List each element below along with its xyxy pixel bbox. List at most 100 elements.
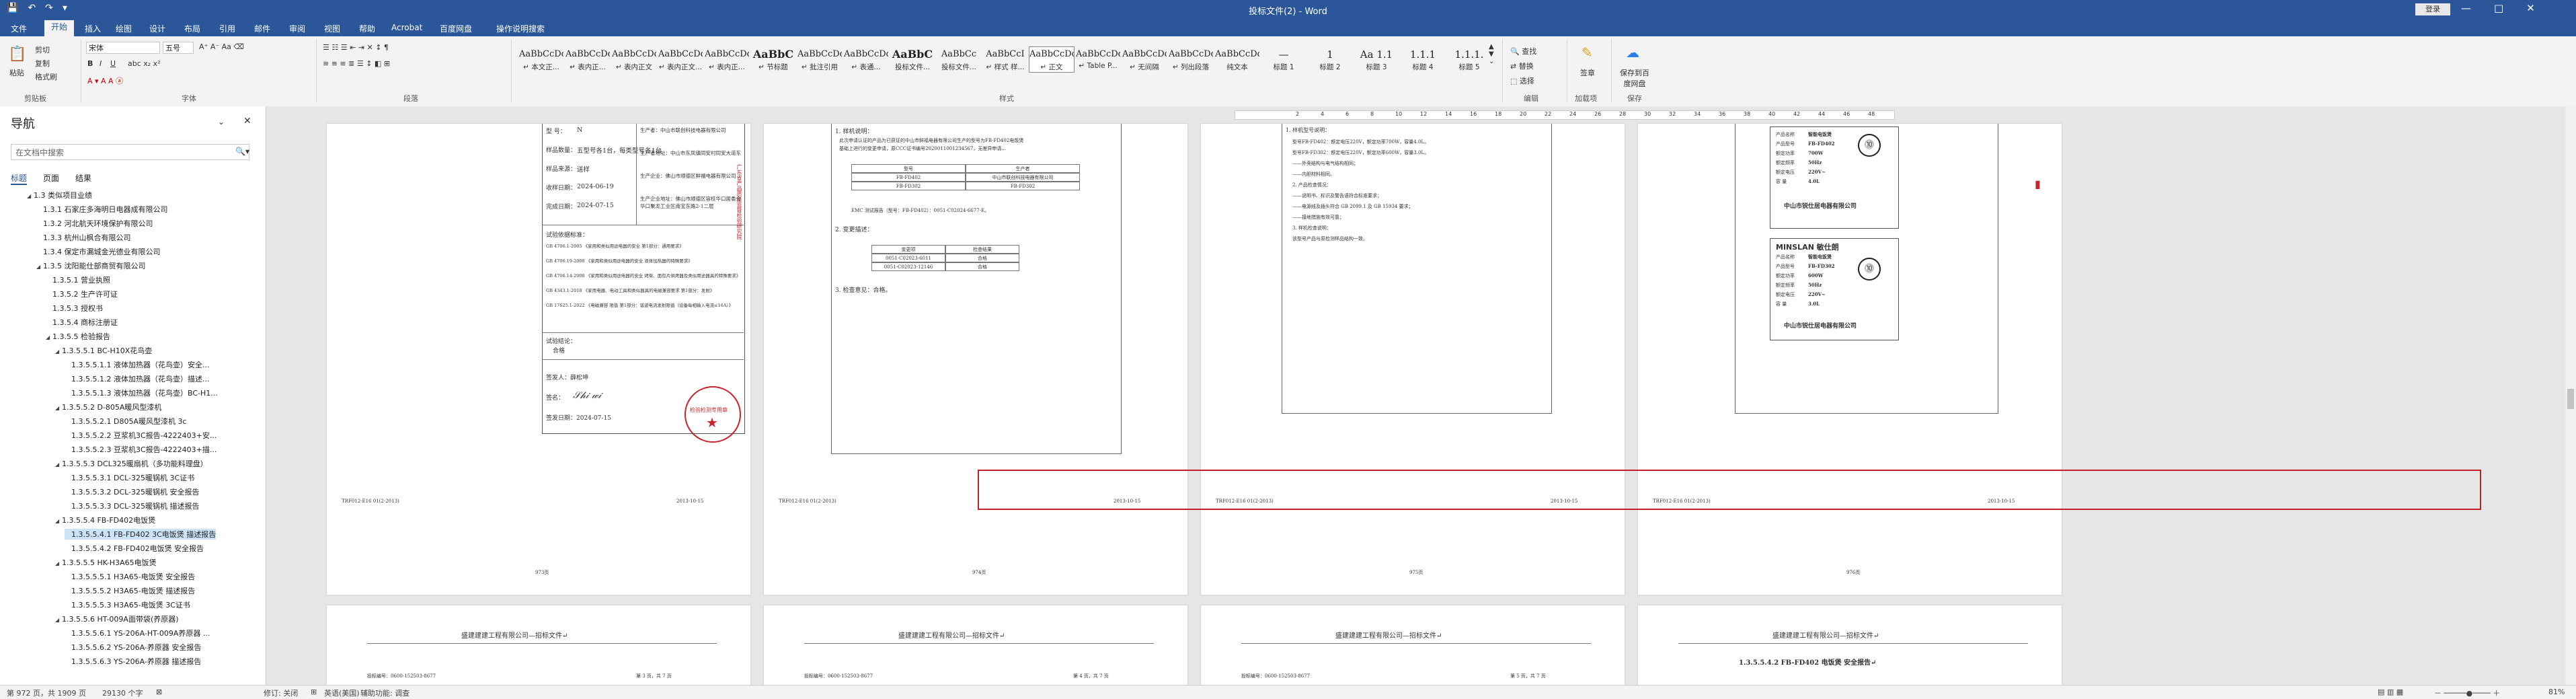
word-count[interactable]: 29130 个字	[102, 688, 143, 698]
tab-file[interactable]: 文件	[11, 23, 27, 34]
login-button[interactable]: 登录	[2415, 3, 2450, 15]
scrollbar-thumb[interactable]	[2567, 389, 2574, 409]
style-item[interactable]: AaBbCcDdI ↵ 列出段落	[1169, 47, 1213, 72]
maximize-button[interactable]: □	[2494, 2, 2503, 14]
close-icon[interactable]: ✕	[243, 116, 251, 126]
baidu-cloud-icon[interactable]: ☁	[1626, 44, 1639, 61]
grow-font-icon[interactable]: A⁺ A⁻ Aa ⌫	[199, 42, 244, 51]
format-painter-button[interactable]: 格式刷	[35, 71, 57, 82]
macro-icon[interactable]: ⊞	[311, 688, 317, 696]
style-item[interactable]: AaBbCcDdI ↵ 表内正...	[565, 47, 610, 72]
style-item[interactable]: AaBbC ↵ 节标题	[751, 47, 795, 72]
nav-heading-item[interactable]: 1.3.5.5.3.3 DCL-325暖锅机 描述报告	[65, 501, 200, 511]
nav-heading-item[interactable]: 1.3.5.5.1.1 液体加热器（花鸟壶）安全...	[65, 359, 209, 370]
nav-heading-item[interactable]: 1.3.5.5.3.2 DCL-325暖锅机 安全报告	[65, 486, 200, 497]
style-item[interactable]: — 标题 1	[1261, 47, 1306, 72]
underline-icon[interactable]: U	[110, 59, 116, 68]
nav-heading-item[interactable]: 1.3.5.5.1.2 液体加热器（花鸟壶）描述...	[65, 373, 209, 384]
nav-heading-item[interactable]: 1.3.5.5.2.2 豆浆机3C报告-4222403+安...	[65, 430, 217, 441]
track-changes-status[interactable]: 修订: 关闭	[264, 688, 298, 698]
bullets-icon[interactable]: ☰ ☷ ☰ ⇤ ⇥ ✕ ↕ ¶	[323, 43, 389, 52]
replace-button[interactable]: ⇄ 替换	[1510, 61, 1534, 71]
nav-heading-item[interactable]: 1.3.4 保定市漏城金光德业有限公司	[36, 246, 160, 257]
nav-heading-item[interactable]: 1.3.5.4 商标注册证	[46, 317, 118, 328]
nav-heading-item[interactable]: ◢ 1.3.5.5.5 HK-H3A65电饭煲	[55, 557, 157, 568]
zoom-slider[interactable]: － ─────●──── ＋	[2434, 688, 2500, 698]
nav-heading-item[interactable]: 1.3.5.5.6.1 YS-206A-HT-009A养原器 ...	[65, 628, 210, 638]
expand-triangle-icon[interactable]: ◢	[27, 193, 34, 199]
nav-heading-item[interactable]: ◢ 1.3.5 沈阳能仕部商贸有限公司	[36, 260, 146, 271]
tab-acrobat[interactable]: Acrobat	[391, 23, 422, 32]
style-item[interactable]: 1 标题 2	[1308, 47, 1352, 72]
nav-heading-item[interactable]: 1.3.5.5.5.3 H3A65-电饭煲 3C证书	[65, 599, 190, 610]
nav-heading-item[interactable]: 1.3.5.5.1.3 液体加热器（花鸟壶）BC-H1...	[65, 388, 218, 398]
nav-heading-item[interactable]: 1.3.5.2 生产许可证	[46, 289, 118, 299]
sign-button[interactable]: 签章	[1580, 67, 1595, 78]
tab-references[interactable]: 引用	[219, 23, 235, 34]
expand-triangle-icon[interactable]: ◢	[55, 617, 62, 623]
nav-tab-headings[interactable]: 标题	[11, 172, 28, 185]
nav-heading-item[interactable]: 1.3.5.5.2.3 豆浆机3C报告-4222403+描...	[65, 444, 217, 455]
style-item[interactable]: AaBbCcDd ↵ Table P...	[1076, 47, 1120, 70]
language-check-icon[interactable]: ⊠	[156, 688, 162, 696]
style-item[interactable]: AaBbCcDdI ↵ 本文正...	[519, 47, 563, 72]
tab-mailings[interactable]: 邮件	[254, 23, 270, 34]
vertical-scrollbar[interactable]	[2565, 106, 2576, 685]
nav-heading-item[interactable]: 1.3.5.5.4.2 FB-FD402电饭煲 安全报告	[65, 543, 204, 554]
style-item[interactable]: 1.1.1. 标题 5	[1447, 47, 1491, 72]
nav-tab-results[interactable]: 结果	[75, 172, 91, 184]
style-item[interactable]: AaBbCcDdI ↵ 无间隔	[1122, 47, 1167, 72]
nav-options-icon[interactable]: ⌄	[218, 117, 225, 126]
nav-heading-item[interactable]: 1.3.5.3 授权书	[46, 303, 103, 314]
nav-heading-item[interactable]: ◢ 1.3.5.5.1 BC-H10X花鸟壶	[55, 345, 152, 356]
font-color-icon[interactable]: A ▾ A A ⓐ	[87, 75, 123, 86]
style-item[interactable]: AaBbCcDdE ↵ 表内正...	[705, 47, 749, 72]
nav-heading-item[interactable]: 1.3.5.5.6.2 YS-206A-养原器 安全报告	[65, 642, 201, 653]
nav-search-input[interactable]: 在文档中搜索	[11, 144, 249, 160]
paste-icon[interactable]: 📋	[8, 46, 26, 63]
tab-help[interactable]: 帮助	[359, 23, 375, 34]
nav-heading-item[interactable]: ◢ 1.3.5.5.4 FB-FD402电饭煲	[55, 515, 155, 525]
font-size-select[interactable]: 五号	[163, 42, 194, 54]
expand-triangle-icon[interactable]: ◢	[55, 405, 62, 411]
style-item[interactable]: Aa 1.1 标题 3	[1354, 47, 1399, 72]
nav-heading-item[interactable]: 1.3.5.5.3.1 DCL-325暖锅机 3C证书	[65, 472, 194, 483]
paste-button[interactable]: 粘贴	[9, 67, 24, 78]
style-item[interactable]: AaBbC 投标文件...	[890, 47, 935, 72]
style-item[interactable]: AaBbCcDdI 纯文本	[1215, 47, 1259, 72]
nav-heading-item[interactable]: 1.3.5.5.5.1 H3A65-电饭煲 安全报告	[65, 571, 195, 582]
nav-heading-item[interactable]: 1.3.5.1 营业执照	[46, 274, 110, 285]
expand-triangle-icon[interactable]: ◢	[55, 462, 62, 468]
tab-baidu[interactable]: 百度网盘	[440, 23, 472, 34]
tab-design[interactable]: 设计	[149, 23, 165, 34]
style-item[interactable]: AaBbCcDdI ↵ 表内正文	[612, 47, 656, 72]
view-mode-icons[interactable]: ▤ ▥ ▦	[2378, 688, 2403, 696]
italic-icon[interactable]: I	[100, 59, 102, 68]
cut-button[interactable]: 剪切	[35, 44, 50, 55]
nav-heading-item[interactable]: 1.3.5.5.5.2 H3A65-电饭煲 描述报告	[65, 585, 195, 596]
page-count[interactable]: 第 972 页，共 1909 页	[7, 688, 86, 698]
style-item[interactable]: AaBbCcDdI ↵ 正文	[1029, 46, 1075, 73]
expand-triangle-icon[interactable]: ◢	[55, 348, 62, 355]
find-button[interactable]: 🔍 查找	[1510, 46, 1536, 57]
close-button[interactable]: ✕	[2526, 2, 2535, 14]
strikethrough-icon[interactable]: abc x₂ x²	[128, 59, 161, 68]
language-status[interactable]: 英语(美国)	[324, 688, 360, 698]
nav-heading-item[interactable]: ◢ 1.3.5.5 检验报告	[46, 331, 110, 342]
tab-view[interactable]: 视图	[324, 23, 340, 34]
expand-triangle-icon[interactable]: ◢	[46, 334, 52, 340]
nav-heading-item[interactable]: 1.3.2 河北航天环境保护有限公司	[36, 218, 153, 229]
zoom-level[interactable]: 81%	[2548, 688, 2565, 696]
style-item[interactable]: AaBbCc 投标文件...	[937, 47, 981, 72]
minimize-button[interactable]: —	[2461, 2, 2471, 14]
tab-review[interactable]: 审阅	[289, 23, 305, 34]
nav-heading-item[interactable]: ◢ 1.3.5.5.6 HT-009A面带袋(养原器)	[55, 614, 179, 624]
nav-tab-pages[interactable]: 页面	[43, 172, 59, 184]
style-item[interactable]: 1.1.1 标题 4	[1401, 47, 1445, 72]
expand-triangle-icon[interactable]: ◢	[36, 264, 43, 270]
expand-triangle-icon[interactable]: ◢	[55, 518, 62, 524]
font-name-select[interactable]: 宋体	[86, 42, 160, 54]
nav-heading-item[interactable]: 1.3.1 石家庄多海明日电器成有限公司	[36, 204, 167, 215]
tell-me-search[interactable]: 操作说明搜索	[496, 23, 545, 34]
expand-triangle-icon[interactable]: ◢	[55, 560, 62, 566]
